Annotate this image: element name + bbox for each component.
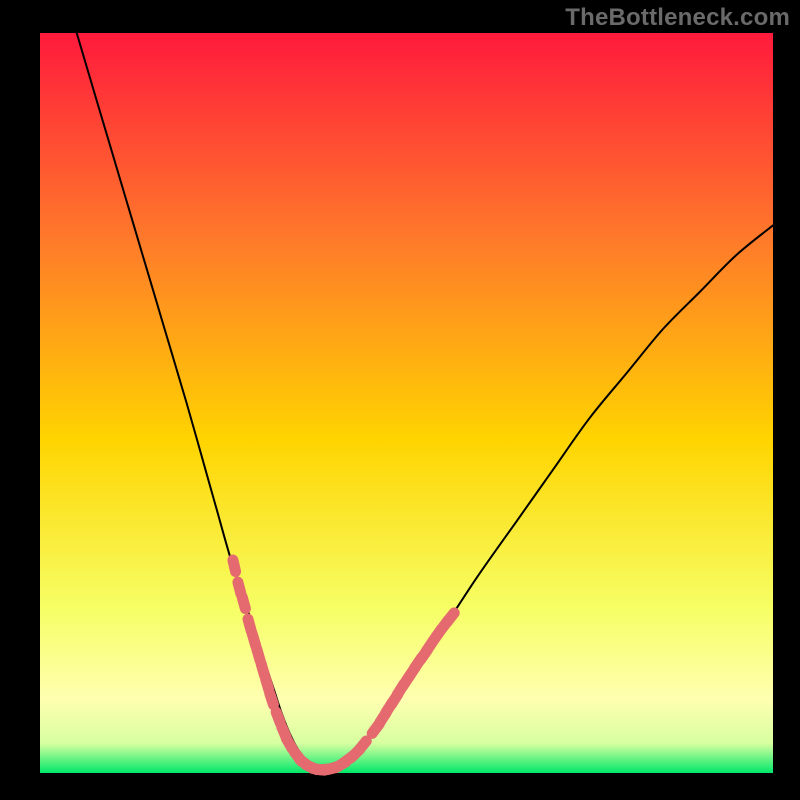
chart-frame: TheBottleneck.com xyxy=(0,0,800,800)
curve-marker xyxy=(270,693,274,704)
bottleneck-chart xyxy=(0,0,800,800)
curve-marker xyxy=(359,741,367,750)
curve-marker xyxy=(286,738,292,748)
curve-marker xyxy=(276,712,280,723)
curve-marker xyxy=(242,597,245,609)
curve-marker xyxy=(447,613,454,622)
curve-marker xyxy=(233,560,236,572)
watermark-text: TheBottleneck.com xyxy=(565,4,790,32)
plot-background xyxy=(40,33,773,773)
